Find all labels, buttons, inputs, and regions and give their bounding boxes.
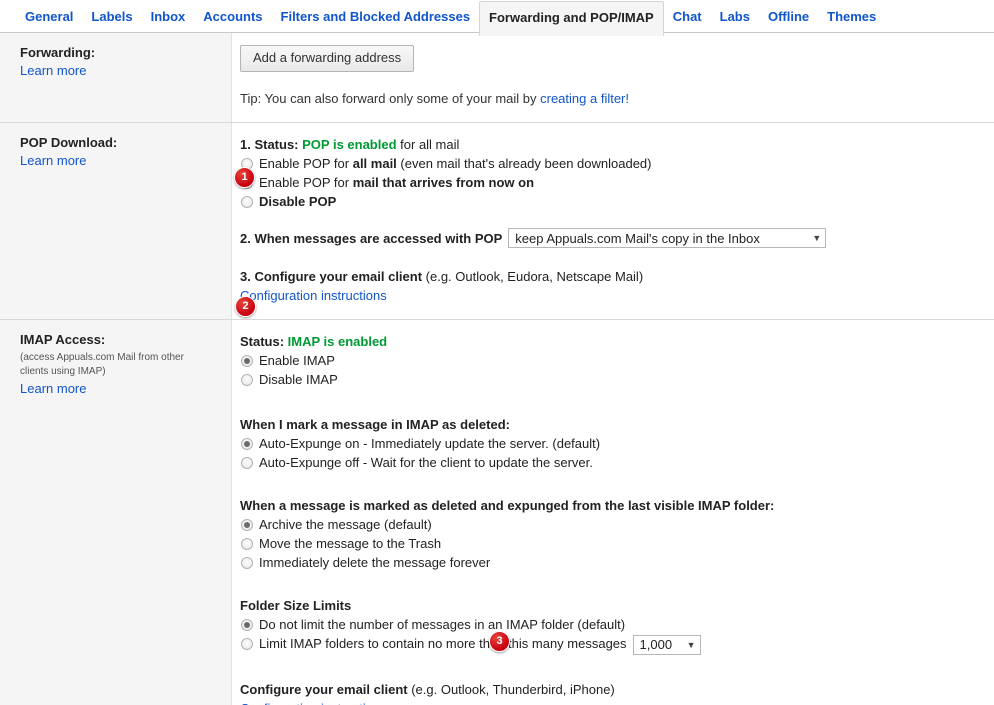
forwarding-learn-more-link[interactable]: Learn more: [20, 63, 86, 78]
imap-status-value: IMAP is enabled: [287, 334, 388, 349]
pop-download-section: POP Download: Learn more 1. Status: POP …: [0, 123, 994, 320]
imap-section-body: Status: IMAP is enabled Enable IMAP Disa…: [232, 320, 994, 705]
imap-status-prefix: Status:: [240, 334, 288, 349]
callout-badge-1: 1: [234, 167, 255, 188]
folder-limit-option[interactable]: Limit IMAP folders to contain no more th…: [240, 635, 980, 655]
folder-no-limit-label: Do not limit the number of messages in a…: [259, 617, 626, 632]
radio-delete-forever[interactable]: [241, 557, 253, 569]
pop-status-line: 1. Status: POP is enabled for all mail: [240, 135, 980, 154]
imap-configuration-instructions-link[interactable]: Configuration instructions: [240, 701, 387, 705]
tab-themes[interactable]: Themes: [818, 1, 885, 34]
pop-learn-more-link[interactable]: Learn more: [20, 153, 86, 168]
tab-labs[interactable]: Labs: [711, 1, 759, 34]
pop-option-from-now-on[interactable]: Enable POP for mail that arrives from no…: [240, 174, 980, 192]
forwarding-tip: Tip: You can also forward only some of y…: [240, 90, 980, 108]
imap-expunge-off-label: Auto-Expunge off - Wait for the client t…: [259, 455, 593, 470]
folder-limit-label: Limit IMAP folders to contain no more th…: [259, 636, 627, 651]
forwarding-tip-text: Tip: You can also forward only some of y…: [240, 91, 541, 106]
imap-option-enable[interactable]: Enable IMAP: [240, 352, 980, 370]
imap-expunge-off-option[interactable]: Auto-Expunge off - Wait for the client t…: [240, 454, 980, 472]
callout-badge-2: 2: [235, 296, 256, 317]
forwarding-section: Forwarding: Learn more Add a forwarding …: [0, 33, 994, 123]
pop-section-label: POP Download: Learn more: [0, 123, 232, 319]
pop-section-body: 1. Status: POP is enabled for all mail E…: [232, 123, 994, 319]
imap-deleted-archive-option[interactable]: Archive the message (default): [240, 516, 980, 534]
imap-expunge-heading: When I mark a message in IMAP as deleted…: [240, 417, 510, 432]
pop-access-behavior-row: 2. When messages are accessed with POP k…: [240, 228, 980, 248]
imap-learn-more-link[interactable]: Learn more: [20, 381, 86, 396]
callout-badge-3: 3: [489, 631, 510, 652]
imap-status-line: Status: IMAP is enabled: [240, 332, 980, 351]
imap-client-suffix: (e.g. Outlook, Thunderbird, iPhone): [407, 682, 615, 697]
pop-status-suffix: for all mail: [396, 137, 460, 152]
pop-title: POP Download:: [20, 135, 118, 150]
add-forwarding-address-button[interactable]: Add a forwarding address: [240, 45, 415, 72]
pop-option-all-mail[interactable]: Enable POP for all mail (even mail that'…: [240, 155, 980, 173]
folder-size-limits-heading: Folder Size Limits: [240, 598, 352, 613]
settings-tab-bar: General Labels Inbox Accounts Filters and Bl…: [0, 0, 994, 36]
imap-option-enable-label: Enable IMAP: [259, 353, 335, 368]
radio-pop-disable[interactable]: [241, 196, 253, 208]
imap-client-prefix: Configure your email client: [240, 682, 408, 697]
chevron-down-icon: ▼: [812, 233, 822, 243]
imap-section-label: IMAP Access: (access Appuals.com Mail fr…: [0, 320, 232, 705]
pop-option-from-now-on-label: Enable POP for mail that arrives from no…: [259, 175, 535, 190]
pop-option-disable[interactable]: Disable POP: [240, 193, 980, 211]
imap-folder-size-block: Folder Size Limits Do not limit the numb…: [240, 596, 980, 655]
imap-deleted-trash-label: Move the message to the Trash: [259, 536, 442, 551]
pop-copy-behavior-select[interactable]: keep Appuals.com Mail's copy in the Inbo…: [508, 228, 827, 248]
radio-auto-expunge-off[interactable]: [241, 457, 253, 469]
radio-move-to-trash[interactable]: [241, 538, 253, 550]
pop-option-disable-label: Disable POP: [259, 194, 337, 209]
radio-no-folder-limit[interactable]: [241, 619, 253, 631]
pop-copy-behavior-value: keep Appuals.com Mail's copy in the Inbo…: [515, 230, 760, 246]
imap-title: IMAP Access:: [20, 332, 106, 347]
gmail-settings-page: General Labels Inbox Accounts Filters and Bl…: [0, 0, 994, 705]
pop-status-prefix: 1. Status:: [240, 137, 303, 152]
radio-imap-disable[interactable]: [241, 374, 253, 386]
imap-configure-client-block: Configure your email client (e.g. Outloo…: [240, 680, 980, 705]
forwarding-section-body: Add a forwarding address Tip: You can al…: [232, 33, 994, 122]
imap-client-line: Configure your email client (e.g. Outloo…: [240, 680, 980, 699]
creating-a-filter-link[interactable]: creating a filter!: [540, 91, 629, 106]
imap-deleted-forever-label: Immediately delete the message forever: [259, 555, 491, 570]
imap-deleted-trash-option[interactable]: Move the message to the Trash: [240, 535, 980, 553]
tab-labels[interactable]: Labels: [82, 1, 141, 34]
tab-inbox[interactable]: Inbox: [142, 1, 195, 34]
pop-configuration-instructions-link[interactable]: Configuration instructions: [240, 288, 387, 303]
imap-deleted-heading: When a message is marked as deleted and …: [240, 498, 775, 513]
imap-deleted-archive-label: Archive the message (default): [259, 517, 432, 532]
tab-filters-and-blocked-addresses[interactable]: Filters and Blocked Addresses: [272, 1, 480, 34]
imap-expunge-on-label: Auto-Expunge on - Immediately update the…: [259, 436, 601, 451]
pop-step2-label: 2. When messages are accessed with POP: [240, 230, 503, 246]
tab-chat[interactable]: Chat: [664, 1, 711, 34]
pop-option-all-mail-label: Enable POP for all mail (even mail that'…: [259, 156, 652, 171]
tab-general[interactable]: General: [16, 1, 82, 34]
pop-configure-client-block: 3. Configure your email client (e.g. Out…: [240, 267, 980, 305]
folder-limit-value: 1,000: [639, 637, 673, 652]
imap-note: (access Appuals.com Mail from other clie…: [20, 352, 184, 377]
folder-no-limit-option[interactable]: Do not limit the number of messages in a…: [240, 616, 980, 634]
folder-limit-select[interactable]: 1,000 ▼: [632, 635, 701, 655]
imap-deleted-forever-option[interactable]: Immediately delete the message forever: [240, 554, 980, 572]
forwarding-section-label: Forwarding: Learn more: [0, 33, 232, 122]
tab-offline[interactable]: Offline: [759, 1, 818, 34]
chevron-down-icon: ▼: [686, 640, 696, 650]
pop-step3-suffix: (e.g. Outlook, Eudora, Netscape Mail): [422, 269, 644, 284]
imap-deleted-block: When a message is marked as deleted and …: [240, 496, 980, 572]
imap-expunge-on-option[interactable]: Auto-Expunge on - Immediately update the…: [240, 435, 980, 453]
pop-step3-prefix: 3. Configure your email client: [240, 269, 423, 284]
radio-imap-enable[interactable]: [241, 355, 253, 367]
pop-step3-line: 3. Configure your email client (e.g. Out…: [240, 267, 980, 286]
pop-status-value: POP is enabled: [302, 137, 397, 152]
radio-folder-limit[interactable]: [241, 638, 253, 650]
imap-option-disable[interactable]: Disable IMAP: [240, 371, 980, 389]
radio-auto-expunge-on[interactable]: [241, 438, 253, 450]
imap-option-disable-label: Disable IMAP: [259, 372, 338, 387]
tab-accounts[interactable]: Accounts: [194, 1, 271, 34]
imap-expunge-block: When I mark a message in IMAP as deleted…: [240, 415, 980, 472]
forwarding-title: Forwarding:: [20, 45, 96, 60]
tab-forwarding-and-pop-imap[interactable]: Forwarding and POP/IMAP: [479, 1, 664, 36]
radio-archive-message[interactable]: [241, 519, 253, 531]
